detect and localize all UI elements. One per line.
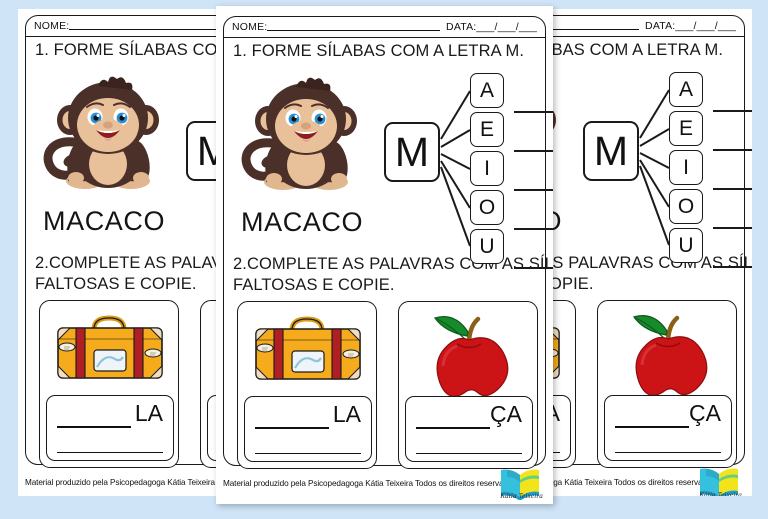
vowel-box-e[interactable]: E	[669, 111, 703, 146]
instruction-2-line-1: 2.COMPLETE AS PALAVRAS COM AS SÍLABAS	[35, 254, 223, 272]
instruction-2-line-1: 2.COMPLETE AS PALAVRAS COM AS SÍLABAS	[547, 254, 752, 272]
copy-line-ca[interactable]	[615, 452, 721, 453]
syllable-ending-la: LA	[134, 400, 163, 426]
footer: Material produzido pela Psicopedagoga Ká…	[25, 469, 223, 495]
syllable-write-line-o[interactable]	[713, 227, 752, 229]
syllable-write-line-u[interactable]	[514, 267, 553, 269]
date-label: DATA:___/___/___	[446, 21, 537, 33]
syllable-write-line-i[interactable]	[514, 189, 553, 191]
instruction-1: 1. FORME SÍLABAS COM A LETRA M.	[233, 42, 525, 60]
student-header: NOME: DATA:___/___/___	[224, 17, 545, 38]
missing-syllable-blank-ca[interactable]	[416, 427, 490, 429]
answer-box-suitcase[interactable]: LA	[46, 395, 174, 461]
syllable-write-line-u[interactable]	[713, 266, 752, 268]
vowel-box-e[interactable]: E	[470, 112, 504, 147]
syllable-write-line-i[interactable]	[713, 188, 752, 190]
worksheet-frame: NOME: DATA:___/___/___ 1. FORME SÍLABAS …	[223, 16, 553, 469]
instruction-2-line-2: FALTOSAS E COPIE.	[233, 276, 395, 294]
name-write-line[interactable]	[267, 22, 441, 31]
vowel-box-i[interactable]: I	[669, 150, 703, 185]
date-label: DATA:___/___/___	[645, 20, 736, 32]
copy-line-la[interactable]	[255, 453, 361, 454]
worksheet-canvas: NOME: DATA:___/___/___ 1. FORME SÍLABAS …	[216, 10, 553, 501]
instruction-2-line-2: FALTOSAS E COPIE.	[35, 275, 197, 293]
missing-syllable-blank-la[interactable]	[57, 426, 131, 428]
name-write-line[interactable]	[69, 21, 223, 30]
vowel-box-a[interactable]: A	[470, 73, 504, 108]
answer-box-apple[interactable]: ÇA	[604, 395, 732, 461]
footer: Material produzido pela Psicopedagoga Ká…	[547, 468, 745, 496]
footer-credit: Material produzido pela Psicopedagoga Ká…	[547, 477, 716, 487]
word-card-apple: ÇA	[398, 301, 538, 469]
worksheet-canvas: NOME: DATA:___/___/___ 1. FORME SÍLABAS …	[18, 9, 223, 496]
syllable-ending-ca: ÇA	[490, 401, 522, 427]
syllable-write-line-o[interactable]	[514, 228, 553, 230]
monkey-illustration	[234, 69, 379, 199]
instruction-2-line-1: 2.COMPLETE AS PALAVRAS COM AS SÍLABAS	[233, 255, 553, 273]
instruction-1: 1. FORME SÍLABAS COM A LETRA M.	[35, 41, 223, 59]
suitcase-illustration	[48, 309, 172, 395]
name-label: NOME:	[34, 20, 70, 32]
name-label: NOME:	[232, 21, 268, 33]
footer-credit: Material produzido pela Psicopedagoga Ká…	[25, 477, 223, 487]
copy-line-la[interactable]	[57, 452, 163, 453]
vowel-box-o[interactable]: O	[470, 190, 504, 225]
worksheet-frame: NOME: DATA:___/___/___ 1. FORME SÍLABAS …	[25, 15, 223, 468]
picture-word: MACACO	[241, 207, 364, 237]
monkey-illustration	[36, 68, 181, 198]
footer: Material produzido pela Psicopedagoga Ká…	[223, 469, 546, 501]
consonant-box-m[interactable]: M	[583, 121, 639, 181]
vowel-box-a[interactable]: A	[669, 72, 703, 107]
syllable-write-line-e[interactable]	[514, 150, 553, 152]
worksheet-page-center[interactable]: NOME: DATA:___/___/___ 1. FORME SÍLABAS …	[216, 6, 553, 504]
word-card-suitcase: LA	[237, 301, 377, 469]
vowel-box-i[interactable]: I	[470, 151, 504, 186]
worksheet-canvas: NOME: DATA:___/___/___ 1. FORME SÍLABAS …	[547, 9, 752, 496]
syllable-ending-la: LA	[332, 401, 361, 427]
name-write-line[interactable]	[547, 21, 640, 30]
word-card-apple: ÇA	[597, 300, 737, 468]
missing-syllable-blank-ca[interactable]	[615, 426, 689, 428]
worksheet-page-right[interactable]: NOME: DATA:___/___/___ 1. FORME SÍLABAS …	[547, 9, 752, 496]
apple-illustration	[606, 309, 730, 396]
copy-line-ca[interactable]	[416, 453, 522, 454]
instruction-1: 1. FORME SÍLABAS COM A LETRA M.	[547, 41, 724, 59]
student-header: NOME: DATA:___/___/___	[26, 16, 223, 37]
apple-illustration	[407, 310, 531, 397]
word-card-suitcase: LA	[39, 300, 179, 468]
syllable-write-line-a[interactable]	[514, 111, 553, 113]
student-header: NOME: DATA:___/___/___	[547, 16, 744, 37]
syllable-ending-ca: ÇA	[689, 400, 721, 426]
picture-word: MACACO	[43, 206, 166, 236]
missing-syllable-blank-la[interactable]	[255, 427, 329, 429]
footer-credit: Material produzido pela Psicopedagoga Ká…	[223, 478, 517, 488]
vowel-box-u[interactable]: U	[669, 228, 703, 263]
logo-author-name: Kátia Teixeira	[500, 492, 543, 500]
instruction-2-line-2: FALTOSAS E COPIE.	[547, 275, 594, 293]
vowel-box-u[interactable]: U	[470, 229, 504, 264]
consonant-box-m[interactable]: M	[384, 122, 440, 182]
vowel-box-o[interactable]: O	[669, 189, 703, 224]
logo-author-name: Kátia Teixeira	[699, 491, 742, 496]
answer-box-apple[interactable]: ÇA	[405, 396, 533, 462]
suitcase-illustration	[246, 310, 370, 396]
syllable-write-line-a[interactable]	[713, 110, 752, 112]
answer-box-suitcase[interactable]: LA	[244, 396, 372, 462]
worksheet-page-left[interactable]: NOME: DATA:___/___/___ 1. FORME SÍLABAS …	[18, 9, 223, 496]
worksheet-frame: NOME: DATA:___/___/___ 1. FORME SÍLABAS …	[547, 15, 752, 468]
syllable-write-line-e[interactable]	[713, 149, 752, 151]
